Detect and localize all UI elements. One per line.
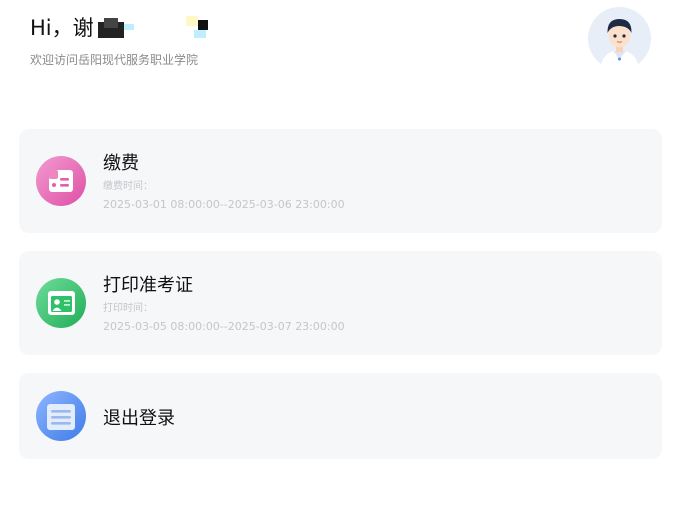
payment-card-icon [36,156,86,206]
header: Hi，谢 欢迎访问岳阳现代服务职业学院 [0,0,678,90]
id-card-icon [36,278,86,328]
user-avatar-icon [588,7,651,70]
logout-card[interactable]: 退出登录 [19,373,662,459]
payment-card[interactable]: 缴费 缴费时间： 2025-03-01 08:00:00--2025-03-06… [19,129,662,233]
print-time-label: 打印时间： [103,303,153,314]
payment-time-label: 缴费时间： [103,181,153,192]
document-list-icon [36,391,86,441]
school-name: 欢迎访问岳阳现代服务职业学院 [30,53,199,67]
print-admit-title: 打印准考证 [103,275,193,296]
print-admit-card[interactable]: 打印准考证 打印时间： 2025-03-05 08:00:00--2025-03… [19,251,662,355]
payment-title: 缴费 [103,153,139,174]
print-time-range: 2025-03-05 08:00:00--2025-03-07 23:00:00 [103,320,345,333]
logout-title: 退出登录 [103,408,175,429]
greeting-text: Hi，谢 [30,16,94,40]
redacted-name [94,16,212,42]
avatar[interactable] [588,7,651,70]
payment-time-range: 2025-03-01 08:00:00--2025-03-06 23:00:00 [103,198,345,211]
greeting: Hi，谢 [30,12,212,42]
